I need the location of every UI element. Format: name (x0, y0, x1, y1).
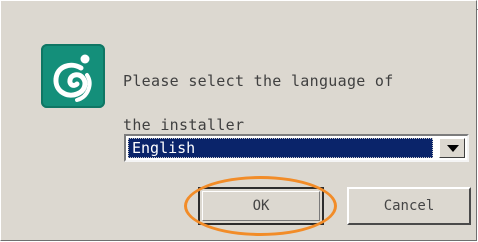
chevron-down-icon[interactable] (439, 138, 465, 158)
ok-button-label: OK (252, 198, 270, 214)
installer-logo-icon (41, 44, 105, 108)
cancel-button-label: Cancel (383, 198, 435, 214)
language-select-dialog: Please select the language of the instal… (0, 0, 477, 241)
language-select-value[interactable]: English (128, 138, 433, 158)
prompt-line-2: the installer (123, 116, 245, 134)
prompt-line-1: Please select the language of (123, 72, 394, 90)
language-select[interactable]: English (124, 134, 469, 162)
language-prompt: Please select the language of the instal… (123, 48, 463, 136)
ok-button[interactable]: OK (198, 187, 324, 225)
cancel-button[interactable]: Cancel (347, 187, 471, 225)
